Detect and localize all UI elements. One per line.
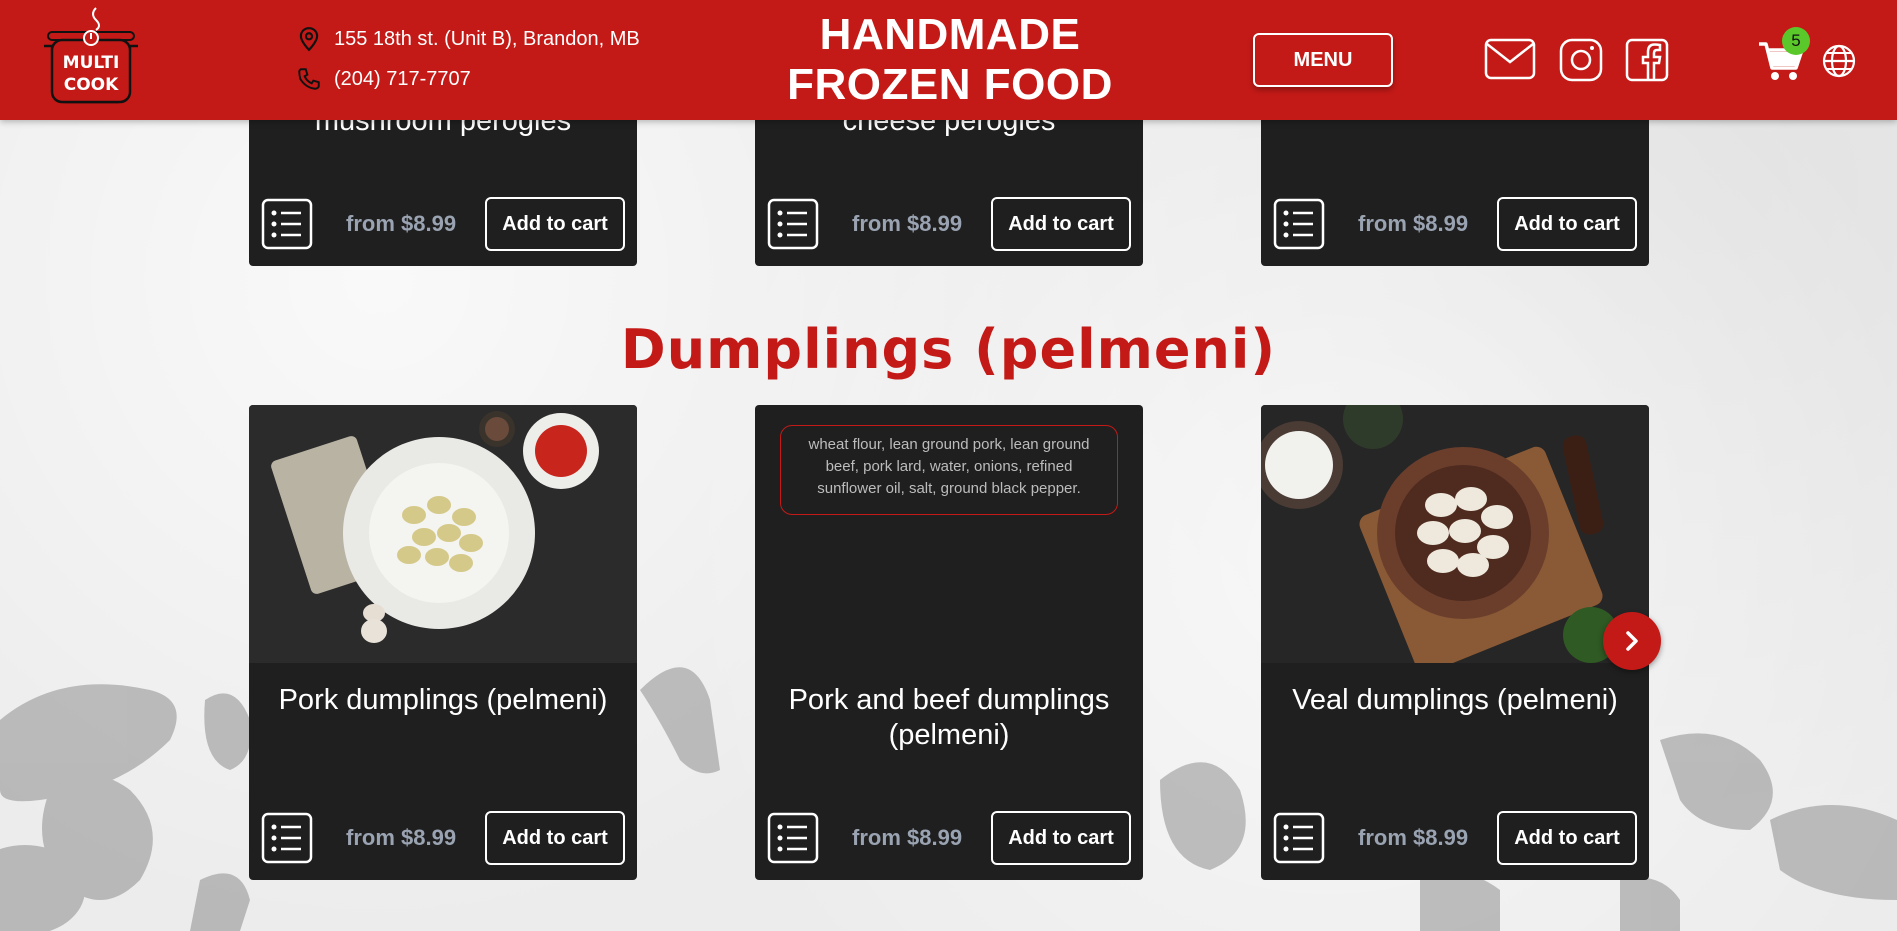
product-actions: from $8.99 Add to cart	[1273, 196, 1637, 252]
add-to-cart-button[interactable]: Add to cart	[485, 197, 625, 251]
site-header: MULTI COOK 155 18th st. (Unit B), Brando…	[0, 0, 1897, 120]
product-actions: from $8.99 Add to cart	[261, 810, 625, 866]
list-icon[interactable]	[767, 198, 819, 250]
product-price: from $8.99	[1358, 211, 1469, 236]
list-icon[interactable]	[261, 812, 313, 864]
product-actions: from $8.99 Add to cart	[767, 810, 1131, 866]
add-to-cart-button[interactable]: Add to cart	[1497, 811, 1637, 865]
cart-count-badge: 5	[1782, 27, 1810, 55]
product-price: from $8.99	[346, 211, 457, 236]
menu-button[interactable]: MENU	[1253, 33, 1393, 87]
product-price: from $8.99	[852, 211, 963, 236]
list-icon[interactable]	[767, 812, 819, 864]
product-actions: from $8.99 Add to cart	[1273, 810, 1637, 866]
product-title[interactable]: Pork dumplings (pelmeni)	[249, 683, 637, 718]
product-actions: from $8.99 Add to cart	[261, 196, 625, 252]
mail-icon[interactable]	[1484, 38, 1536, 80]
product-title[interactable]: Pork and beef dumplings (pelmeni)	[755, 683, 1143, 753]
logo-text-cook: COOK	[64, 75, 119, 95]
product-card: Veal dumplings (pelmeni) from $8.99 Add …	[1261, 405, 1649, 880]
globe-icon[interactable]	[1822, 44, 1856, 78]
product-title[interactable]: Veal dumplings (pelmeni)	[1261, 683, 1649, 718]
product-price: from $8.99	[346, 825, 457, 850]
instagram-icon[interactable]	[1559, 38, 1603, 82]
product-card: mushroom perogies from $8.99 Add to cart	[249, 100, 637, 266]
address-text: 155 18th st. (Unit B), Brandon, MB	[334, 27, 640, 50]
logo-text-multi: MULTI	[63, 53, 120, 73]
product-card: wheat flour, lean ground pork, lean grou…	[755, 405, 1143, 880]
product-image-pork-dumplings[interactable]	[249, 405, 637, 663]
multicook-logo[interactable]: MULTI COOK	[40, 6, 142, 106]
chevron-right-icon	[1626, 631, 1638, 651]
list-icon[interactable]	[1273, 812, 1325, 864]
phone[interactable]: (204) 717-7707	[296, 66, 471, 92]
facebook-icon[interactable]	[1625, 38, 1669, 82]
phone-icon	[298, 68, 320, 90]
carousel-next-button[interactable]	[1603, 612, 1661, 670]
add-to-cart-button[interactable]: Add to cart	[1497, 197, 1637, 251]
add-to-cart-button[interactable]: Add to cart	[991, 811, 1131, 865]
product-card: cheese perogies from $8.99 Add to cart	[755, 100, 1143, 266]
product-actions: from $8.99 Add to cart	[767, 196, 1131, 252]
brand-line-2: FROZEN FOOD	[787, 60, 1113, 109]
product-image-veal-dumplings[interactable]	[1261, 405, 1649, 663]
location-pin-icon	[299, 27, 319, 52]
product-price: from $8.99	[1358, 825, 1469, 850]
add-to-cart-button[interactable]: Add to cart	[991, 197, 1131, 251]
section-title: Dumplings (pelmeni)	[620, 318, 1277, 381]
brand-line-1: HANDMADE	[819, 10, 1081, 59]
list-icon[interactable]	[261, 198, 313, 250]
site-brand-title[interactable]: HANDMADE FROZEN FOOD	[760, 10, 1140, 110]
ingredients-tooltip: wheat flour, lean ground pork, lean grou…	[780, 425, 1118, 515]
list-icon[interactable]	[1273, 198, 1325, 250]
product-price: from $8.99	[852, 825, 963, 850]
add-to-cart-button[interactable]: Add to cart	[485, 811, 625, 865]
phone-text: (204) 717-7707	[334, 67, 471, 90]
address[interactable]: 155 18th st. (Unit B), Brandon, MB	[296, 26, 640, 52]
product-card: Pork dumplings (pelmeni) from $8.99 Add …	[249, 405, 637, 880]
product-card: from $8.99 Add to cart	[1261, 100, 1649, 266]
